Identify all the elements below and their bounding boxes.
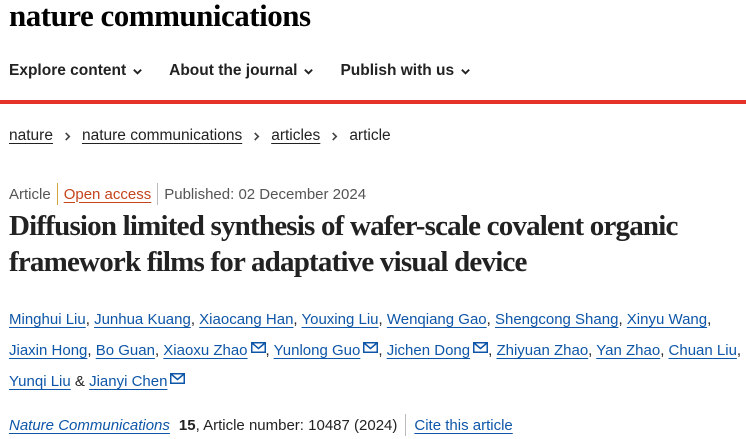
author-name[interactable]: Yan Zhao bbox=[596, 342, 660, 359]
author-separator: , bbox=[378, 311, 387, 328]
author-separator: , bbox=[736, 342, 742, 359]
nav-about-the-journal[interactable]: About the journal bbox=[169, 62, 314, 80]
nav-publish-with-us[interactable]: Publish with us bbox=[340, 62, 471, 80]
author-separator: , bbox=[486, 311, 495, 328]
author-name[interactable]: Xinyu Wang bbox=[627, 311, 707, 328]
author-name[interactable]: Xiaocang Han bbox=[199, 311, 293, 328]
nav-item-label: Explore content bbox=[9, 62, 127, 79]
breadcrumb-nature-communications[interactable]: nature communications bbox=[82, 127, 242, 145]
chevron-down-icon bbox=[461, 68, 470, 75]
chevron-right-icon bbox=[65, 131, 71, 141]
nav-item-label: About the journal bbox=[169, 62, 298, 79]
article-title: Diffusion limited synthesis of wafer-sca… bbox=[9, 210, 678, 278]
article-meta: Article Open access Published: 02 Decemb… bbox=[9, 183, 366, 205]
mail-icon[interactable] bbox=[170, 373, 186, 384]
published-date: Published: 02 December 2024 bbox=[164, 185, 367, 203]
author-name[interactable]: Yunlong Guo bbox=[274, 342, 361, 359]
meta-divider bbox=[56, 183, 58, 205]
author-name[interactable]: Zhiyuan Zhao bbox=[496, 342, 588, 359]
volume-number: 15 bbox=[178, 416, 196, 434]
open-access-link[interactable]: Open access bbox=[64, 186, 152, 203]
breadcrumb-articles[interactable]: articles bbox=[271, 127, 320, 145]
main-nav: Explore content About the journal Publis… bbox=[9, 62, 497, 80]
cite-this-article-link[interactable]: Cite this article bbox=[414, 417, 512, 434]
author-name[interactable]: Youxing Liu bbox=[301, 311, 378, 328]
citation-line: Nature Communications 15 , Article numbe… bbox=[9, 414, 513, 436]
author-name[interactable]: Jichen Dong bbox=[387, 342, 470, 359]
breadcrumb-current: article bbox=[349, 127, 391, 144]
author-name[interactable]: Jianyi Chen bbox=[89, 373, 167, 390]
mail-icon[interactable] bbox=[363, 342, 379, 353]
chevron-down-icon bbox=[304, 68, 314, 75]
author-name[interactable]: Chuan Liu bbox=[669, 342, 737, 359]
mail-icon[interactable] bbox=[473, 342, 489, 353]
author-separator: , bbox=[618, 311, 627, 328]
author-name[interactable]: Bo Guan bbox=[96, 342, 155, 359]
nav-explore-content[interactable]: Explore content bbox=[9, 62, 143, 80]
author-separator: , bbox=[190, 311, 200, 328]
chevron-down-icon bbox=[133, 68, 142, 75]
author-name[interactable]: Yunqi Liu bbox=[9, 373, 71, 390]
author-name[interactable]: Xiaoxu Zhao bbox=[163, 342, 247, 359]
mail-icon[interactable] bbox=[250, 342, 266, 353]
author-separator: , bbox=[85, 311, 95, 328]
author-list: Minghui Liu, Junhua Kuang, Xiaocang Han,… bbox=[9, 304, 744, 397]
author-separator: , bbox=[378, 342, 387, 359]
author-separator: , bbox=[87, 342, 96, 359]
nav-item-label: Publish with us bbox=[340, 62, 455, 79]
author-name[interactable]: Jiaxin Hong bbox=[9, 342, 87, 359]
chevron-right-icon bbox=[254, 131, 260, 141]
author-name[interactable]: Wenqiang Gao bbox=[387, 311, 487, 328]
article-number: , Article number: 10487 (2024) bbox=[195, 416, 398, 434]
author-name[interactable]: Junhua Kuang bbox=[94, 311, 191, 328]
author-separator: , bbox=[707, 311, 712, 328]
header-divider bbox=[0, 100, 746, 104]
author-separator: & bbox=[70, 373, 90, 390]
author-name[interactable]: Shengcong Shang bbox=[495, 311, 618, 328]
citation-divider bbox=[405, 414, 407, 436]
journal-logo[interactable]: nature communications bbox=[9, 0, 311, 34]
breadcrumb: nature nature communications articles ar… bbox=[9, 127, 391, 145]
author-separator: , bbox=[660, 342, 669, 359]
author-separator: , bbox=[265, 342, 274, 359]
journal-link[interactable]: Nature Communications bbox=[9, 417, 170, 434]
author-name[interactable]: Minghui Liu bbox=[9, 311, 86, 328]
article-type: Article bbox=[9, 185, 51, 203]
chevron-right-icon bbox=[332, 131, 338, 141]
meta-divider bbox=[157, 183, 159, 205]
breadcrumb-nature[interactable]: nature bbox=[9, 127, 53, 145]
